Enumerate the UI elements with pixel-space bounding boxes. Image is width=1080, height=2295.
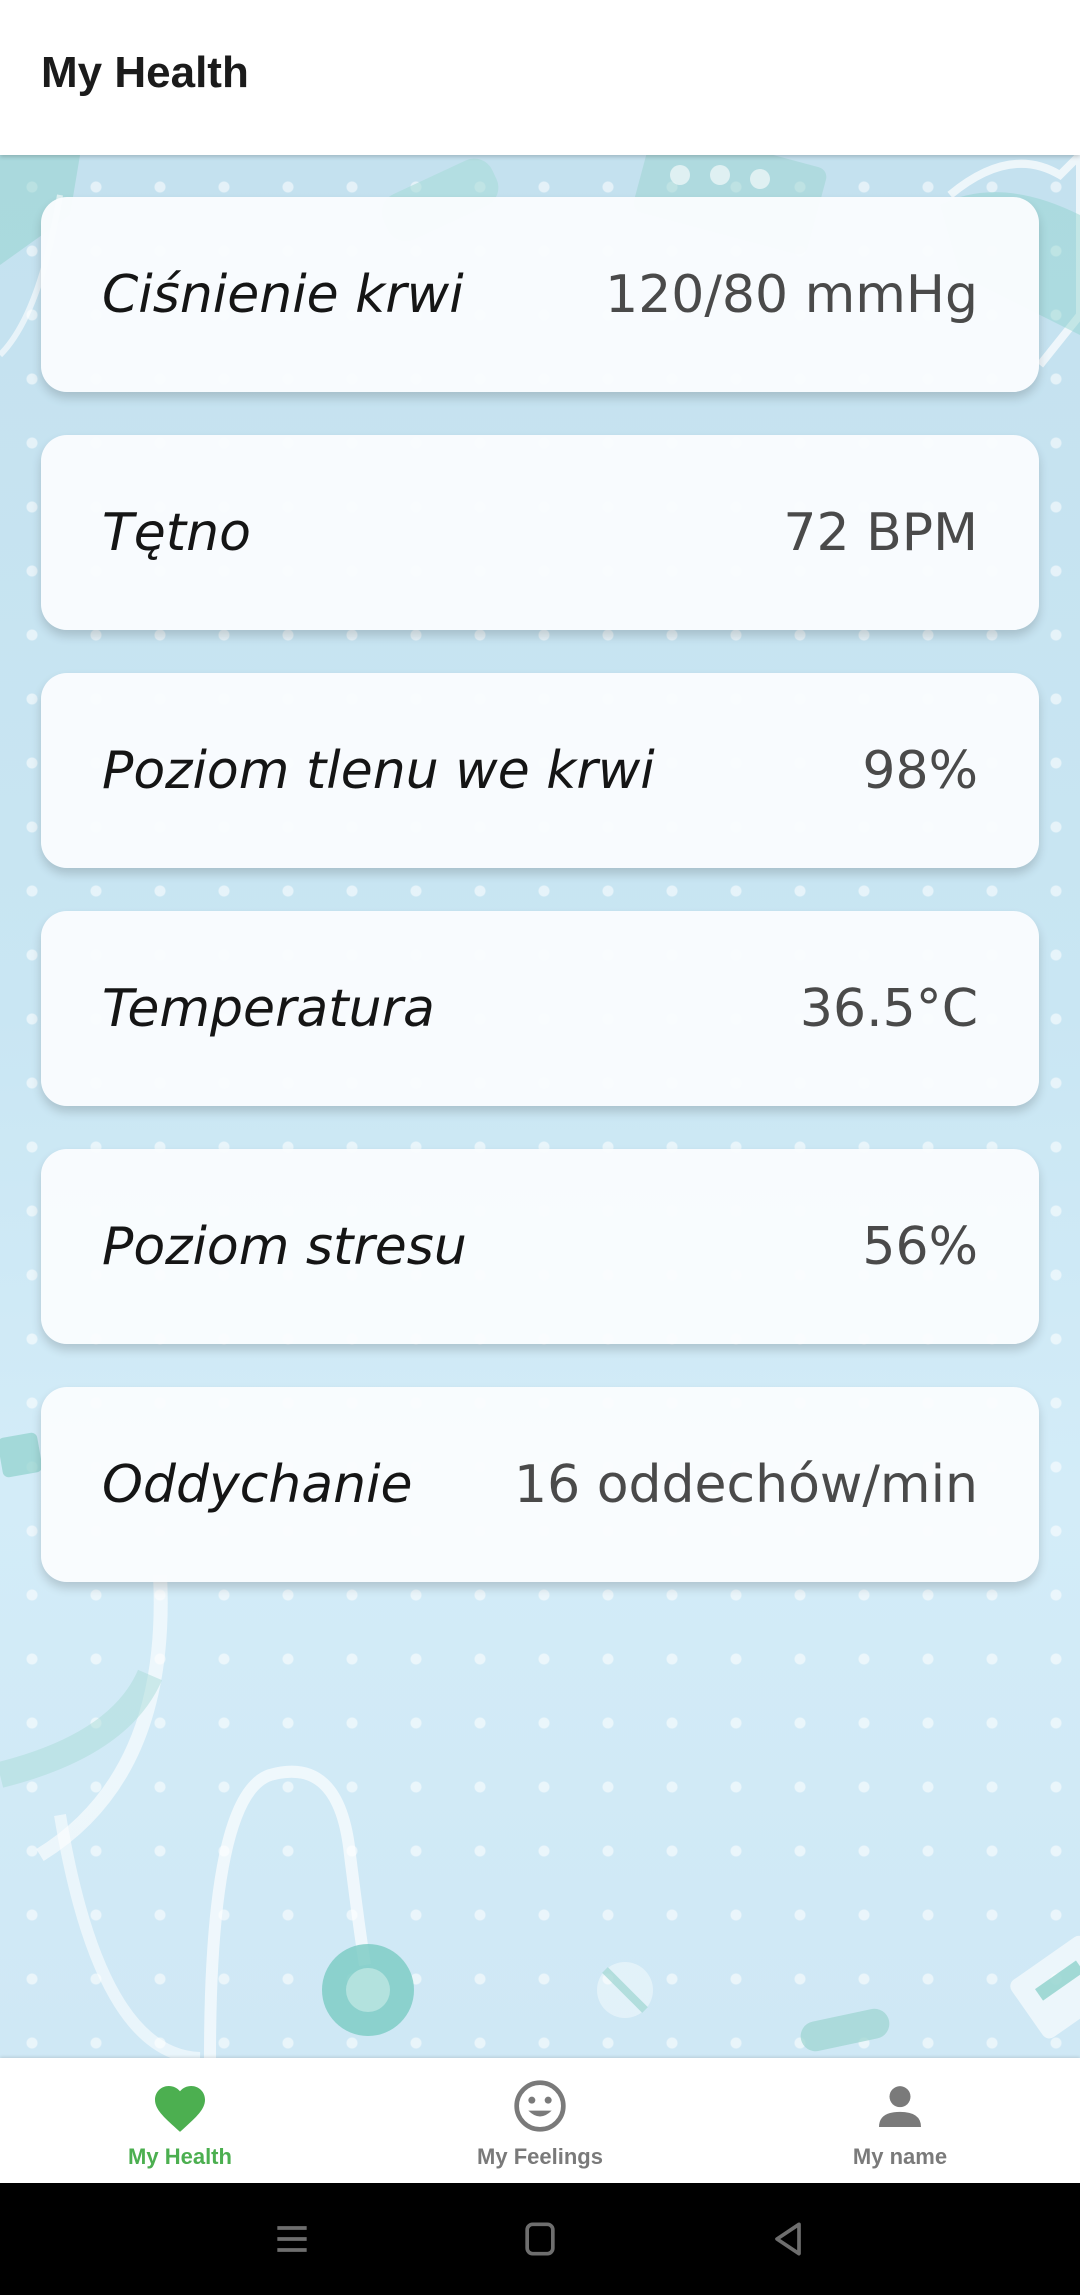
metric-value: 98% xyxy=(862,740,978,801)
metric-card-temperature[interactable]: Temperatura 36.5°C xyxy=(41,911,1039,1106)
back-icon[interactable] xyxy=(766,2217,810,2261)
nav-label: My name xyxy=(852,2144,948,2169)
metric-card-heart-rate[interactable]: Tętno 72 BPM xyxy=(41,435,1039,630)
content-area: Ciśnienie krwi 120/80 mmHg Tętno 72 BPM … xyxy=(0,155,1080,2058)
metric-label: Tętno xyxy=(102,502,251,563)
system-navigation-bar xyxy=(0,2183,1080,2295)
nav-item-my-feelings[interactable]: My Feelings xyxy=(360,2058,720,2183)
menu-icon[interactable] xyxy=(270,2217,314,2261)
metric-label: Poziom stresu xyxy=(102,1216,467,1277)
metric-label: Poziom tlenu we krwi xyxy=(102,740,655,801)
metric-card-stress-level[interactable]: Poziom stresu 56% xyxy=(41,1149,1039,1344)
bottom-navigation: My Health My Feelings My name xyxy=(0,2058,1080,2183)
home-icon[interactable] xyxy=(518,2217,562,2261)
person-icon xyxy=(879,2086,921,2127)
nav-label: My Health xyxy=(128,2144,232,2169)
heart-icon xyxy=(155,2086,205,2132)
metric-card-breathing[interactable]: Oddychanie 16 oddechów/min xyxy=(41,1387,1039,1582)
metric-card-blood-oxygen[interactable]: Poziom tlenu we krwi 98% xyxy=(41,673,1039,868)
smiley-icon xyxy=(514,2080,566,2132)
nav-item-my-health[interactable]: My Health xyxy=(0,2058,360,2183)
nav-item-my-name[interactable]: My name xyxy=(720,2058,1080,2183)
metric-value: 56% xyxy=(862,1216,978,1277)
nav-label: My Feelings xyxy=(477,2144,603,2169)
metric-value: 16 oddechów/min xyxy=(514,1454,978,1515)
metric-card-blood-pressure[interactable]: Ciśnienie krwi 120/80 mmHg xyxy=(41,197,1039,392)
metric-label: Temperatura xyxy=(102,978,435,1039)
metric-value: 120/80 mmHg xyxy=(605,264,978,325)
metric-value: 36.5°C xyxy=(799,978,978,1039)
metric-label: Ciśnienie krwi xyxy=(102,264,464,325)
app-bar: My Health xyxy=(0,0,1080,155)
metric-label: Oddychanie xyxy=(102,1454,413,1515)
page-title: My Health xyxy=(41,48,249,97)
metric-value: 72 BPM xyxy=(783,502,978,563)
